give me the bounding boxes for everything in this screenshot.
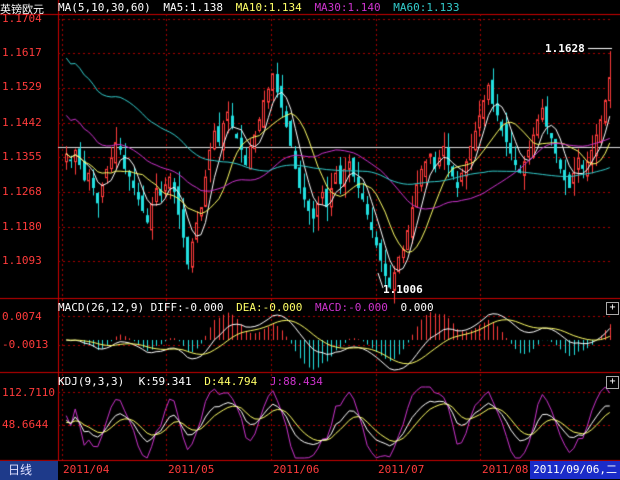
macd-macd-value: MACD:-0.000 <box>314 301 388 314</box>
x-axis-label: 2011/08 <box>482 463 529 476</box>
macd-diff-value: DIFF:-0.000 <box>150 301 224 314</box>
price-axis-label: 1.1093 <box>2 254 42 267</box>
cursor-date-readout: 2011/09/06,二 <box>530 461 620 479</box>
x-axis-label: 2011/07 <box>378 463 425 476</box>
price-axis-label: 1.1529 <box>2 80 42 93</box>
high-price-label: 1.1628 <box>545 42 585 55</box>
macd-expand-button[interactable]: + <box>606 302 619 315</box>
ma5-value: MA5:1.138 <box>163 1 223 14</box>
x-axis-label: 2011/06 <box>273 463 320 476</box>
main-chart-header: 英镑欧元 MA(5,10,30,60) MA5:1.138 MA10:1.134… <box>0 1 466 16</box>
kdj-d-value: D:44.794 <box>204 375 258 388</box>
ma-params: MA(5,10,30,60) <box>58 1 151 14</box>
price-chart-canvas[interactable] <box>0 0 620 480</box>
macd-axis-label: -0.0013 <box>2 338 49 351</box>
ma60-value: MA60:1.133 <box>393 1 460 14</box>
macd-extra-value: 0.000 <box>400 301 434 314</box>
kdj-j-value: J:88.434 <box>269 375 323 388</box>
x-axis-label: 2011/04 <box>63 463 110 476</box>
kdj-axis-label: 48.6644 <box>2 418 49 431</box>
kdj-header: KDJ(9,3,3) K:59.341 D:44.794 J:88.434 <box>58 375 329 389</box>
price-axis-label: 1.1355 <box>2 150 42 163</box>
price-axis-label: 1.1442 <box>2 116 42 129</box>
price-axis-label: 1.1268 <box>2 185 42 198</box>
kdj-params: KDJ(9,3,3) <box>58 375 125 388</box>
macd-dea-value: DEA:-0.000 <box>236 301 303 314</box>
kdj-expand-button[interactable]: + <box>606 376 619 389</box>
kdj-k-value: K:59.341 <box>138 375 192 388</box>
price-axis-label: 1.1617 <box>2 46 42 59</box>
ma10-value: MA10:1.134 <box>235 1 302 14</box>
price-axis-label: 1.1704 <box>2 12 42 25</box>
macd-axis-label: 0.0074 <box>2 310 42 323</box>
macd-params: MACD(26,12,9) <box>58 301 145 314</box>
ma30-value: MA30:1.140 <box>314 1 381 14</box>
low-price-label: 1.1006 <box>383 283 423 296</box>
period-tab-daily[interactable]: 日线 <box>0 461 58 480</box>
macd-header: MACD(26,12,9) DIFF:-0.000 DEA:-0.000 MAC… <box>58 301 440 315</box>
price-axis-label: 1.1180 <box>2 220 42 233</box>
kdj-axis-label: 112.7110 <box>2 386 55 399</box>
x-axis-label: 2011/05 <box>168 463 215 476</box>
